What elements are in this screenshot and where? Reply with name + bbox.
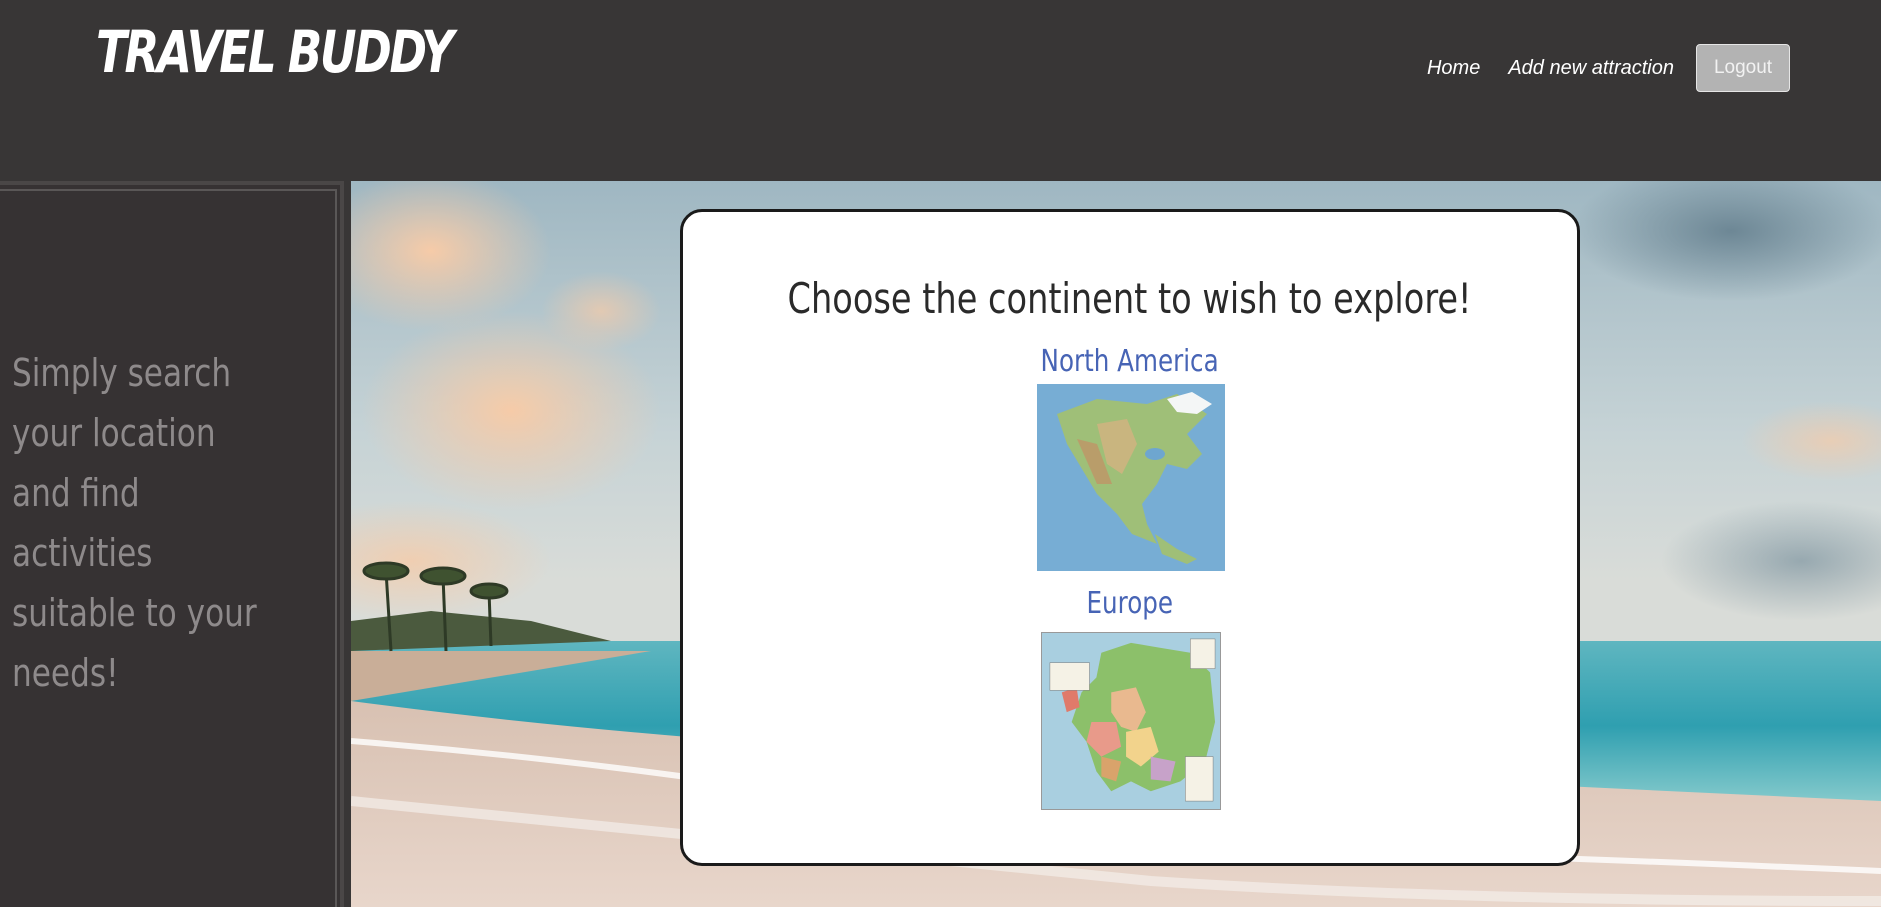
main-nav: Home Add new attraction Logout <box>1427 44 1790 92</box>
sidebar: Simply search your location and find act… <box>0 181 344 907</box>
continent-link-north-america[interactable]: North America <box>1041 344 1219 379</box>
continent-selection-card: Choose the continent to wish to explore!… <box>680 209 1580 866</box>
top-header: TRAVEL BUDDY Home Add new attraction Log… <box>0 0 1881 180</box>
continent-link-europe[interactable]: Europe <box>1087 586 1174 621</box>
north-america-map-image[interactable] <box>1037 384 1225 571</box>
site-logo[interactable]: TRAVEL BUDDY <box>96 18 454 86</box>
sidebar-tagline: Simply search your location and find act… <box>12 351 257 695</box>
page-title: Choose the continent to wish to explore! <box>683 274 1577 323</box>
page-title-text: Choose the continent to wish to explore! <box>787 274 1473 323</box>
continent-item-europe[interactable]: Europe <box>683 586 1577 621</box>
logout-button[interactable]: Logout <box>1696 44 1790 92</box>
nav-add-attraction-link[interactable]: Add new attraction <box>1508 57 1674 80</box>
nav-home-link[interactable]: Home <box>1427 57 1480 80</box>
europe-map-image[interactable] <box>1041 632 1221 810</box>
continent-item-north-america[interactable]: North America <box>683 344 1577 379</box>
